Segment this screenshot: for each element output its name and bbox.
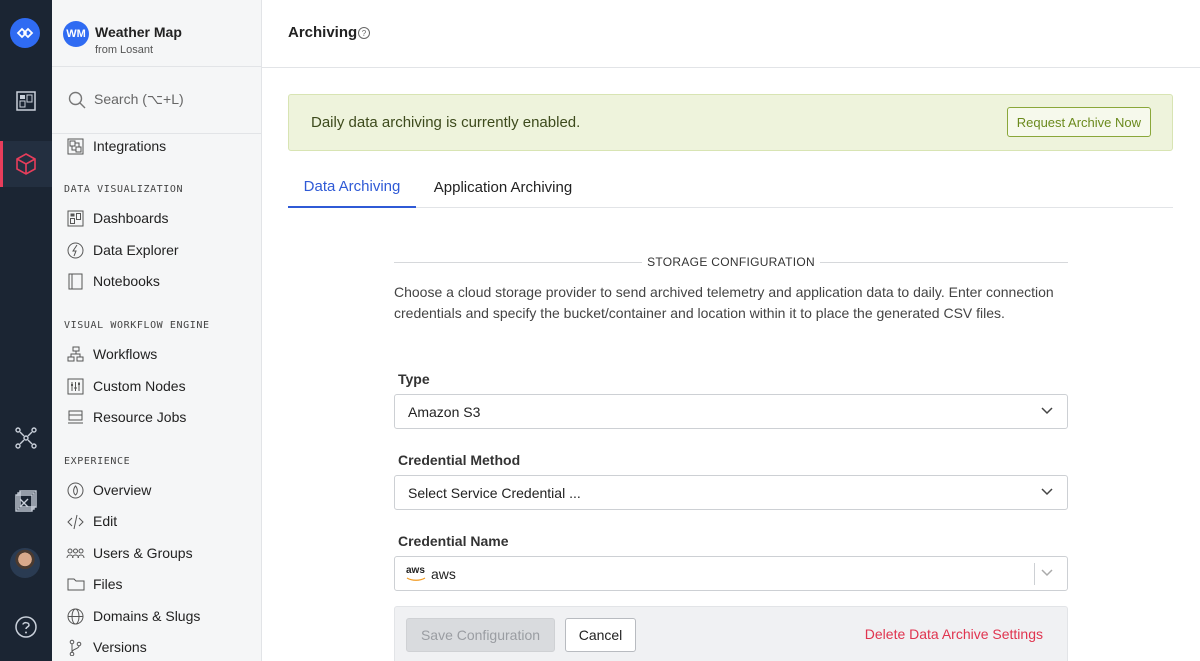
help-icon[interactable]: ?	[358, 27, 370, 39]
data-explorer-icon	[66, 241, 85, 260]
storage-description: Choose a cloud storage provider to send …	[394, 284, 1054, 321]
app-subtitle: from Losant	[95, 44, 154, 56]
help-rail-icon[interactable]	[0, 604, 52, 650]
storage-configuration-form: STORAGE CONFIGURATION Choose a cloud sto…	[394, 250, 1068, 661]
custom-nodes-icon	[66, 377, 85, 396]
organizations-rail-icon[interactable]	[0, 478, 52, 524]
sidebar-item-resource-jobs[interactable]: Resource Jobs	[66, 405, 186, 429]
branch-icon	[66, 638, 85, 657]
type-value: Amazon S3	[408, 404, 481, 420]
select-divider	[1034, 563, 1035, 585]
users-groups-icon	[66, 544, 85, 563]
archiving-tabs: Data Archiving Application Archiving	[288, 166, 1173, 208]
page-header: Archiving ?	[262, 0, 1200, 68]
globe-icon	[66, 607, 85, 626]
chevron-down-icon	[1041, 569, 1053, 577]
section-title: DATA VISUALIZATION	[64, 184, 184, 195]
sidebar-item-notebooks[interactable]: Notebooks	[66, 269, 160, 293]
type-label: Type	[398, 371, 430, 387]
cancel-button[interactable]: Cancel	[565, 618, 636, 652]
workflow-icon	[66, 345, 85, 364]
section-divider: STORAGE CONFIGURATION	[394, 250, 1068, 274]
credential-method-label: Credential Method	[398, 452, 521, 468]
archiving-status-banner: Daily data archiving is currently enable…	[288, 94, 1173, 151]
sidebar-item-users-groups[interactable]: Users & Groups	[66, 541, 193, 565]
save-configuration-button[interactable]: Save Configuration	[406, 618, 555, 652]
sidebar-item-files[interactable]: Files	[66, 572, 123, 596]
edge-compute-rail-icon[interactable]	[0, 415, 52, 461]
credential-name-select[interactable]: aws aws	[394, 556, 1068, 591]
sidebar-item-custom-nodes[interactable]: Custom Nodes	[66, 374, 186, 398]
section-title: VISUAL WORKFLOW ENGINE	[64, 320, 210, 331]
sidebar-item-integrations[interactable]: Integrations	[66, 134, 166, 158]
sidebar-item-label: Versions	[93, 639, 147, 655]
dashboards-rail-icon[interactable]	[0, 78, 52, 124]
user-avatar[interactable]	[10, 548, 40, 578]
sidebar-item-versions[interactable]: Versions	[66, 635, 147, 659]
losant-logo-icon[interactable]	[10, 18, 40, 48]
integrations-icon	[66, 137, 85, 156]
sidebar-item-label: Users & Groups	[93, 545, 193, 561]
aws-logo-icon: aws	[406, 565, 426, 581]
application-sidebar: WM Weather Map from Losant Search (⌥+L) …	[52, 0, 262, 661]
credential-name-value: aws	[431, 566, 456, 582]
sidebar-item-label: Domains & Slugs	[93, 608, 201, 624]
sidebar-item-label: Notebooks	[93, 273, 160, 289]
notebook-icon	[66, 272, 85, 291]
request-archive-button[interactable]: Request Archive Now	[1006, 107, 1151, 137]
sidebar-item-edit[interactable]: Edit	[66, 509, 117, 533]
sidebar-item-label: Dashboards	[93, 210, 169, 226]
sidebar-item-workflows[interactable]: Workflows	[66, 342, 157, 366]
folder-icon	[66, 575, 85, 594]
global-nav-rail	[0, 0, 52, 661]
banner-text: Daily data archiving is currently enable…	[311, 114, 581, 131]
page-title: Archiving	[288, 24, 358, 41]
application-header[interactable]: WM Weather Map from Losant	[52, 0, 261, 67]
overview-icon	[66, 481, 85, 500]
sidebar-item-label: Files	[93, 576, 123, 592]
sidebar-item-label: Overview	[93, 482, 152, 498]
code-edit-icon	[66, 512, 85, 531]
search-icon	[68, 91, 86, 109]
sidebar-item-label: Data Explorer	[93, 242, 179, 258]
sidebar-item-label: Workflows	[93, 346, 158, 362]
tab-data-archiving[interactable]: Data Archiving	[288, 166, 416, 208]
sidebar-item-overview[interactable]: Overview	[66, 478, 151, 502]
credential-method-select[interactable]: Select Service Credential ...	[394, 475, 1068, 510]
chevron-down-icon	[1041, 407, 1053, 415]
sidebar-item-data-explorer[interactable]: Data Explorer	[66, 238, 179, 262]
main-content: Archiving ? Daily data archiving is curr…	[262, 0, 1200, 661]
chevron-down-icon	[1041, 488, 1053, 496]
applications-rail-icon[interactable]	[0, 141, 52, 187]
sidebar-item-label: Resource Jobs	[93, 409, 187, 425]
sidebar-item-domains-slugs[interactable]: Domains & Slugs	[66, 604, 200, 628]
credential-method-value: Select Service Credential ...	[408, 485, 581, 501]
type-select[interactable]: Amazon S3	[394, 394, 1068, 429]
credential-name-label: Credential Name	[398, 533, 509, 549]
sidebar-item-dashboards[interactable]: Dashboards	[66, 206, 169, 230]
sidebar-item-label: Edit	[93, 513, 118, 529]
app-name: Weather Map	[95, 24, 182, 40]
sidebar-item-label: Integrations	[93, 138, 167, 154]
search-input[interactable]: Search (⌥+L)	[52, 67, 261, 134]
dashboard-icon	[66, 209, 85, 228]
section-title: EXPERIENCE	[64, 456, 131, 467]
form-actions: Save Configuration Cancel Delete Data Ar…	[394, 606, 1068, 661]
app-avatar: WM	[63, 21, 89, 47]
delete-archive-settings-link[interactable]: Delete Data Archive Settings	[865, 626, 1043, 642]
sidebar-item-label: Custom Nodes	[93, 378, 186, 394]
tab-application-archiving[interactable]: Application Archiving	[416, 166, 590, 208]
search-placeholder: Search (⌥+L)	[94, 91, 184, 107]
resource-jobs-icon	[66, 408, 85, 427]
